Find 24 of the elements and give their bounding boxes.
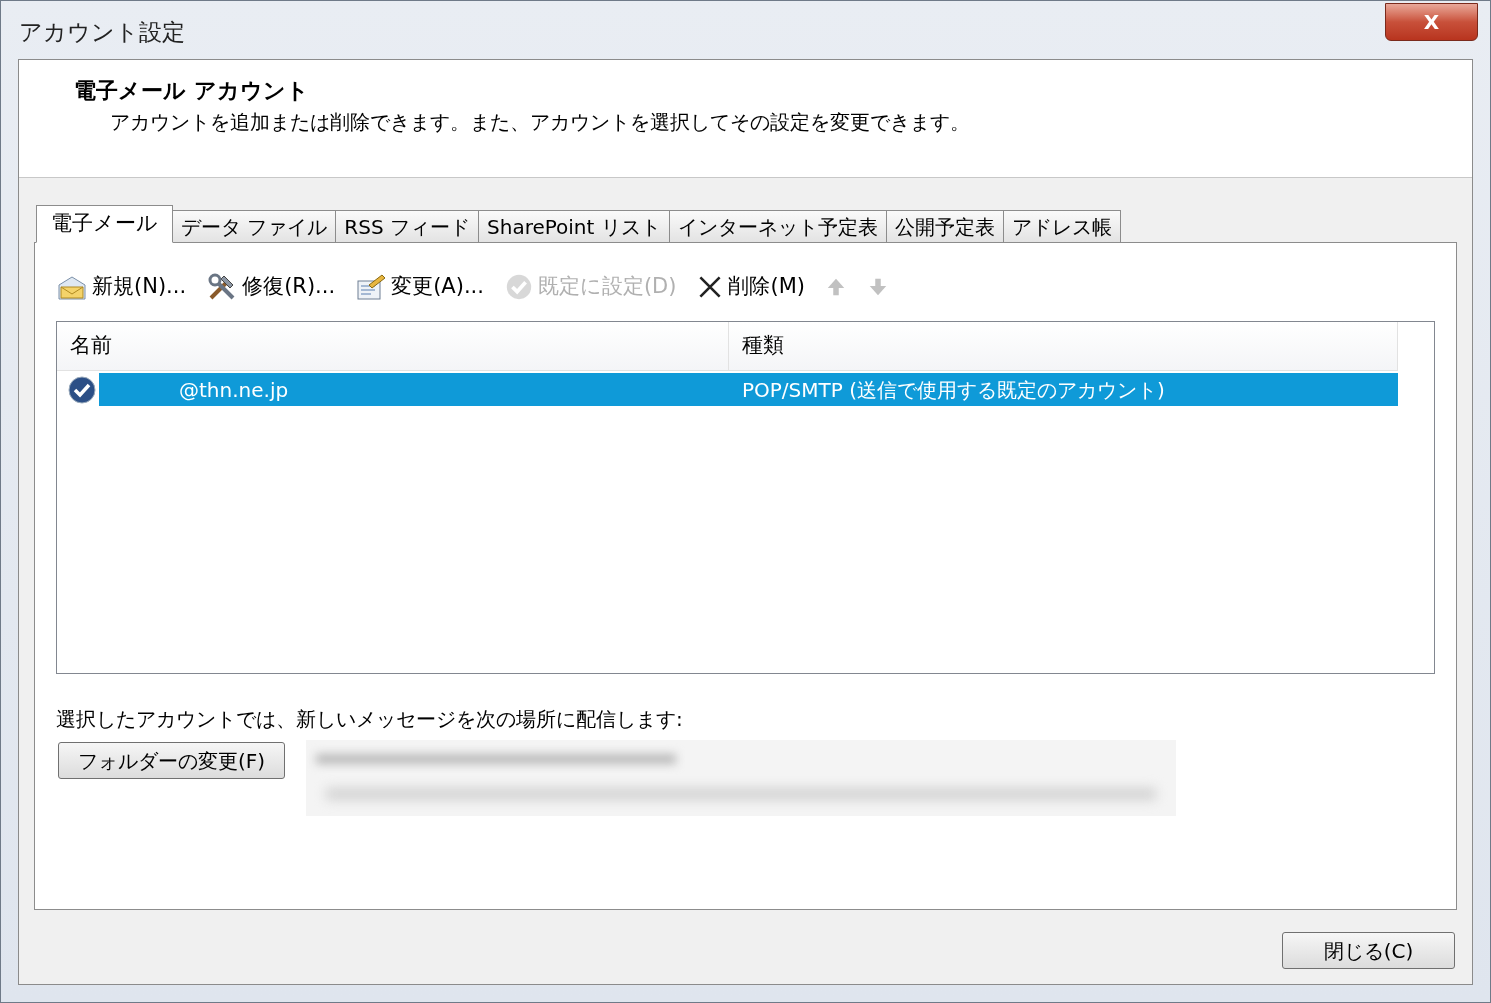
description-text: アカウントを追加または削除できます。また、アカウントを選択してその設定を変更できます。 [110, 109, 971, 136]
tab[interactable]: 電子メール [36, 205, 173, 243]
column-header[interactable]: 名前 [57, 322, 729, 370]
delivery-label: 選択したアカウントでは、新しいメッセージを次の場所に配信します: [56, 706, 684, 733]
toolbar-button[interactable]: 変更(A)... [355, 271, 484, 303]
toolbar-button[interactable]: 新規(N)... [56, 271, 187, 303]
table-cell: @thn.ne.jp [99, 373, 729, 406]
tab[interactable]: データ ファイル [173, 210, 337, 243]
column-header[interactable]: 種類 [729, 322, 1398, 370]
close-dialog-button[interactable]: 閉じる(C) [1282, 932, 1455, 969]
tab[interactable]: RSS フィード [336, 210, 479, 243]
tab[interactable]: SharePoint リスト [479, 210, 670, 243]
tab[interactable]: 公開予定表 [886, 210, 1004, 243]
window-title: アカウント設定 [19, 18, 185, 47]
toolbar-button[interactable]: 削除(M) [696, 271, 805, 303]
toolbar-button[interactable]: 修復(R)... [206, 271, 336, 303]
table-cell: POP/SMTP (送信で使用する既定のアカウント) [729, 373, 1398, 406]
change-folder-button[interactable]: フォルダーの変更(F) [58, 742, 285, 779]
tab[interactable]: アドレス帳 [1003, 210, 1121, 243]
down-arrow-icon [867, 276, 889, 298]
tab[interactable]: インターネット予定表 [669, 210, 887, 243]
close-button[interactable]: X [1385, 3, 1478, 41]
up-arrow-icon [825, 276, 847, 298]
section-title: 電子メール アカウント [74, 77, 310, 105]
